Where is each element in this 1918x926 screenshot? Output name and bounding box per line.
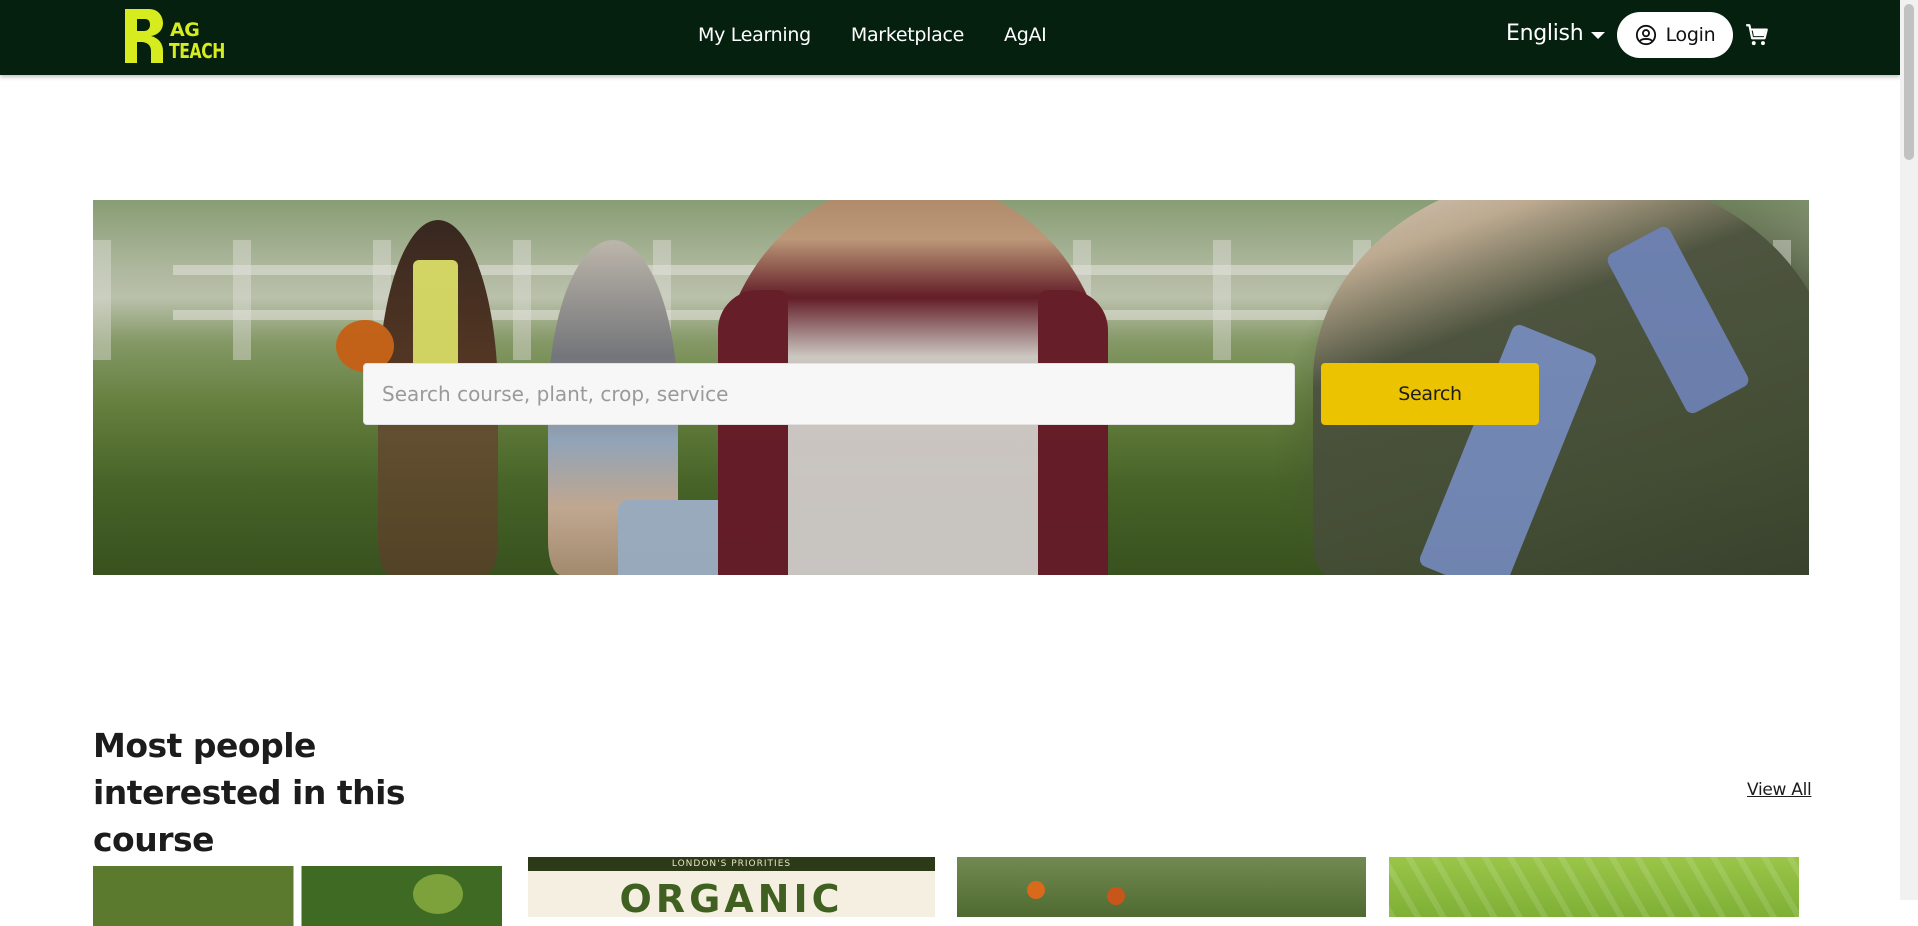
nav-agai[interactable]: AgAI xyxy=(1004,24,1047,46)
logo-mark-icon xyxy=(125,9,163,63)
course-card[interactable] xyxy=(93,866,502,926)
cart-icon[interactable] xyxy=(1744,22,1770,48)
login-label: Login xyxy=(1665,24,1716,46)
logo-text-teach: TEACH xyxy=(169,39,225,63)
section-title: Most people interested in this course xyxy=(93,726,406,859)
chevron-down-icon xyxy=(1591,31,1606,39)
logo-text-ag: AG xyxy=(170,19,200,41)
course-card[interactable]: LONDON'S PRIORITIES ORGANIC xyxy=(528,857,935,917)
search-input[interactable] xyxy=(363,363,1295,425)
language-selector[interactable]: English xyxy=(1506,21,1606,46)
login-button[interactable]: Login xyxy=(1617,12,1733,58)
main-nav: My Learning Marketplace AgAI xyxy=(698,24,1047,46)
card-poster-title: ORGANIC xyxy=(619,877,844,917)
course-card[interactable] xyxy=(957,857,1366,917)
agteach-logo[interactable]: AG TEACH xyxy=(123,9,225,65)
user-circle-icon xyxy=(1635,24,1656,46)
course-card[interactable] xyxy=(1389,857,1799,917)
view-all-link[interactable]: View All xyxy=(1747,780,1812,800)
card-poster-subtitle: LONDON'S PRIORITIES xyxy=(671,859,792,869)
page-scrollbar[interactable] xyxy=(1900,0,1918,900)
nav-my-learning[interactable]: My Learning xyxy=(698,24,811,46)
top-navbar: AG TEACH My Learning Marketplace AgAI En… xyxy=(0,0,1900,75)
nav-marketplace[interactable]: Marketplace xyxy=(851,24,964,46)
language-label: English xyxy=(1506,21,1584,46)
scrollbar-thumb[interactable] xyxy=(1904,4,1914,160)
search-button[interactable]: Search xyxy=(1321,363,1539,425)
